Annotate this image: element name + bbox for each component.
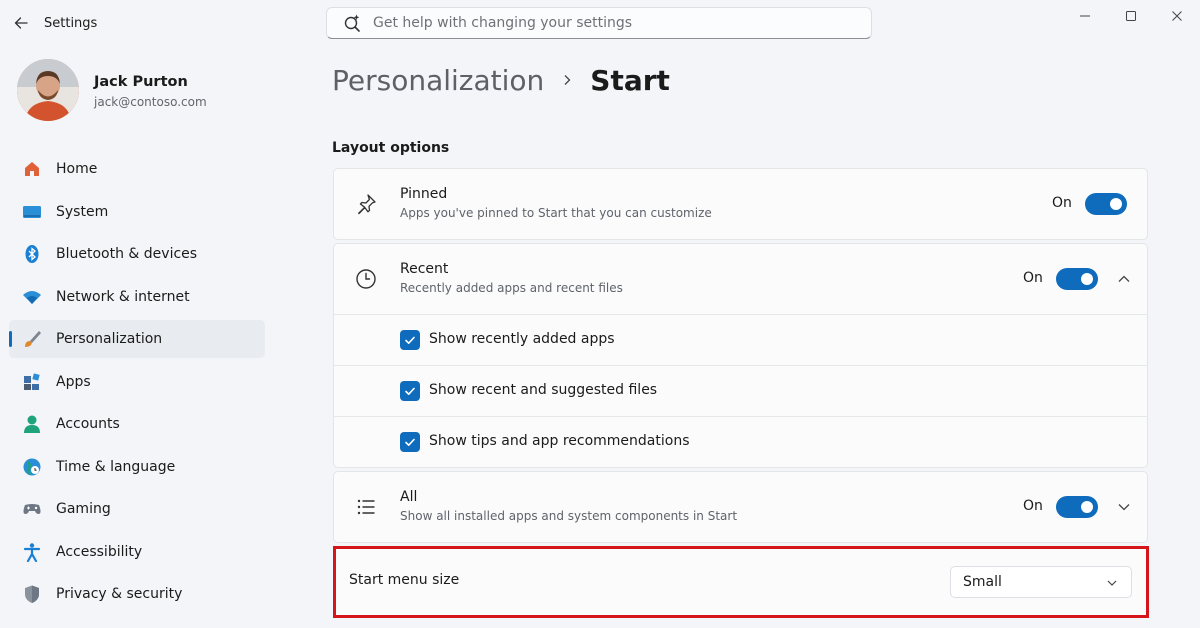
wifi-icon [21, 286, 43, 308]
sidebar-item-system[interactable]: System [9, 193, 265, 231]
sidebar-item-gaming[interactable]: Gaming [9, 490, 265, 528]
check-icon[interactable] [400, 432, 420, 452]
close-icon [1172, 11, 1182, 21]
pinned-title: Pinned [400, 186, 448, 202]
all-toggle-label: On [1023, 498, 1043, 514]
recent-card: Recent Recently added apps and recent fi… [333, 243, 1148, 468]
breadcrumb: Personalization Start [332, 60, 670, 100]
pinned-card: Pinned Apps you've pinned to Start that … [333, 168, 1148, 240]
all-title: All [400, 489, 418, 505]
check-icon[interactable] [400, 381, 420, 401]
clock-icon [354, 267, 378, 291]
pinned-toggle-label: On [1052, 195, 1072, 211]
sidebar-item-network[interactable]: Network & internet [9, 278, 265, 316]
search-input[interactable] [371, 14, 855, 32]
globe-clock-icon [21, 456, 43, 478]
recent-option-row[interactable]: Show recently added apps [334, 314, 1147, 365]
start-menu-size-dropdown[interactable]: Small [950, 566, 1132, 598]
brush-icon [21, 328, 43, 350]
minimize-icon [1080, 15, 1090, 17]
search-box[interactable] [326, 7, 872, 39]
all-description: Show all installed apps and system compo… [400, 509, 738, 523]
page-title: Start [590, 63, 670, 97]
all-card: All Show all installed apps and system c… [333, 471, 1148, 543]
pinned-row: Pinned Apps you've pinned to Start that … [334, 169, 1147, 239]
gamepad-icon [21, 498, 43, 520]
recent-option-row[interactable]: Show recent and suggested files [334, 365, 1147, 416]
recent-toggle-label: On [1023, 270, 1043, 286]
home-icon [21, 158, 43, 180]
show-recent-files-label: Show recent and suggested files [429, 382, 658, 398]
pinned-description: Apps you've pinned to Start that you can… [400, 206, 712, 220]
app-title: Settings [44, 16, 98, 31]
accessibility-icon [21, 541, 43, 563]
recent-description: Recently added apps and recent files [400, 281, 623, 295]
recent-toggle[interactable] [1056, 268, 1098, 290]
section-title: Layout options [332, 140, 450, 156]
person-icon [21, 413, 43, 435]
monitor-icon [21, 201, 43, 223]
user-email: jack@contoso.com [94, 95, 207, 109]
sidebar-nav: Home System Bluetooth & devices Network … [9, 150, 265, 618]
show-recently-added-apps-label: Show recently added apps [429, 331, 615, 347]
sidebar-item-accessibility[interactable]: Accessibility [9, 533, 265, 571]
sidebar-item-time-language[interactable]: Time & language [9, 448, 265, 486]
sidebar-item-personalization[interactable]: Personalization [9, 320, 265, 358]
sidebar-item-privacy-security[interactable]: Privacy & security [9, 575, 265, 613]
chevron-down-icon [1105, 576, 1119, 590]
bluetooth-icon [21, 243, 43, 265]
chevron-down-icon[interactable] [1113, 496, 1135, 518]
start-menu-size-value: Small [963, 574, 1002, 590]
maximize-icon [1126, 11, 1136, 21]
maximize-button[interactable] [1108, 0, 1154, 32]
chevron-up-icon[interactable] [1113, 268, 1135, 290]
all-row[interactable]: All Show all installed apps and system c… [334, 472, 1147, 542]
sidebar-item-bluetooth[interactable]: Bluetooth & devices [9, 235, 265, 273]
recent-row[interactable]: Recent Recently added apps and recent fi… [334, 244, 1147, 314]
breadcrumb-parent[interactable]: Personalization [332, 64, 544, 97]
sidebar-item-apps[interactable]: Apps [9, 363, 265, 401]
close-button[interactable] [1154, 0, 1200, 32]
back-button[interactable] [10, 12, 32, 34]
start-menu-size-label: Start menu size [349, 572, 460, 588]
recent-title: Recent [400, 261, 449, 277]
pinned-toggle[interactable] [1085, 193, 1127, 215]
shield-icon [21, 583, 43, 605]
apps-icon [21, 371, 43, 393]
window-controls [1062, 0, 1200, 32]
minimize-button[interactable] [1062, 0, 1108, 32]
avatar [17, 59, 79, 121]
all-toggle[interactable] [1056, 496, 1098, 518]
recent-option-row[interactable]: Show tips and app recommendations [334, 416, 1147, 467]
search-sparkle-icon [341, 12, 363, 34]
back-arrow-icon [14, 17, 28, 29]
list-icon [354, 495, 378, 519]
show-tips-label: Show tips and app recommendations [429, 433, 690, 449]
sidebar-item-accounts[interactable]: Accounts [9, 405, 265, 443]
check-icon[interactable] [400, 330, 420, 350]
user-name: Jack Purton [94, 74, 188, 90]
chevron-right-icon [560, 73, 574, 87]
start-menu-size-row: Start menu size Small [333, 546, 1149, 618]
pin-icon [354, 192, 378, 216]
sidebar-item-home[interactable]: Home [9, 150, 265, 188]
